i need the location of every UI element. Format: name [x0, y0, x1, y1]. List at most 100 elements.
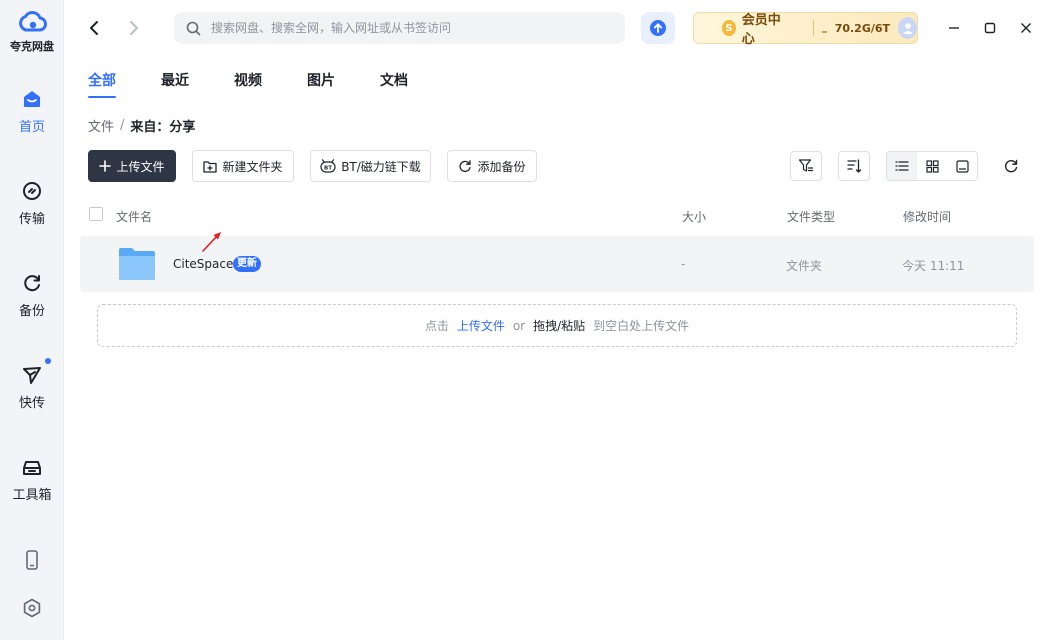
back-button[interactable] [80, 14, 108, 42]
sidebar-item-label: 快传 [18, 396, 45, 411]
cloud-logo-icon [19, 11, 47, 32]
sidebar-item-home[interactable]: 首页 [0, 88, 64, 135]
sort-button[interactable] [838, 151, 870, 181]
vip-center-button[interactable]: S 会员中心 70.2G/6T [693, 12, 918, 47]
column-header-size[interactable]: 大小 [682, 208, 706, 225]
column-header-type[interactable]: 文件类型 [787, 208, 835, 225]
sidebar-item-backup[interactable]: 备份 [0, 272, 64, 319]
sidebar-item-toolbox[interactable]: 工具箱 [0, 456, 64, 503]
upload-dropzone[interactable]: 点击 上传文件 or 拖拽/粘贴 到空白处上传文件 [97, 304, 1017, 347]
bt-icon: BT [320, 159, 336, 173]
new-folder-button[interactable]: 新建文件夹 [192, 150, 294, 182]
list-view-button[interactable] [887, 152, 917, 180]
breadcrumb-separator: / [120, 118, 125, 133]
file-name[interactable]: CiteSpace [173, 257, 233, 271]
dropzone-or: or [512, 318, 526, 333]
home-icon [24, 91, 40, 107]
list-view-icon [895, 161, 909, 171]
file-size: - [681, 257, 686, 271]
file-modified: 今天 11:11 [902, 259, 965, 273]
chevron-right-icon [130, 21, 138, 35]
add-backup-button[interactable]: 添加备份 [447, 150, 537, 182]
sidebar-item-label: 工具箱 [12, 488, 52, 503]
close-button[interactable] [1012, 14, 1040, 42]
app-logo[interactable]: 夸克网盘 [0, 8, 64, 54]
settings-icon [23, 598, 41, 618]
dropzone-suffix: 到空白处上传文件 [593, 319, 690, 333]
close-icon [1021, 23, 1031, 33]
maximize-button[interactable] [976, 14, 1004, 42]
upload-button[interactable] [641, 12, 675, 44]
logo-text: 夸克网盘 [10, 40, 54, 53]
tab-images[interactable]: 图片 [307, 70, 335, 98]
upload-file-label: 上传文件 [116, 159, 165, 174]
mobile-button[interactable] [0, 550, 64, 570]
sidebar-item-label: 传输 [18, 212, 45, 227]
minimize-button[interactable] [940, 14, 968, 42]
refresh-icon [1004, 159, 1018, 173]
vip-label: 会员中心 [741, 13, 781, 47]
phone-icon [26, 550, 38, 570]
toolbox-icon [23, 461, 41, 475]
chevron-left-icon [90, 21, 98, 35]
sidebar-item-label: 首页 [18, 120, 45, 135]
refresh-button[interactable] [1000, 155, 1022, 177]
column-header-name[interactable]: 文件名 [116, 208, 152, 225]
upload-file-button[interactable]: 上传文件 [88, 150, 176, 182]
backup-icon [24, 275, 40, 292]
select-all-checkbox[interactable] [89, 207, 103, 221]
sidebar-item-label: 备份 [18, 304, 45, 319]
quick-send-icon [23, 367, 41, 384]
preview-view-icon [955, 159, 969, 173]
red-arrow-icon [202, 232, 221, 252]
tab-all[interactable]: 全部 [88, 70, 116, 98]
storage-bar [821, 31, 827, 33]
vip-divider [812, 20, 814, 36]
breadcrumb-current: 来自：分享 [130, 120, 196, 135]
grid-view-button[interactable] [917, 152, 947, 180]
tab-documents[interactable]: 文档 [380, 70, 408, 98]
category-tabs: 全部 最近 视频 图片 文档 [88, 70, 453, 98]
filter-icon [798, 159, 814, 172]
minimize-icon [949, 27, 959, 29]
grid-view-icon [925, 159, 939, 173]
bt-download-label: BT/磁力链下载 [341, 159, 421, 174]
dropzone-upload-link[interactable]: 上传文件 [457, 317, 505, 334]
filter-button[interactable] [790, 151, 822, 181]
preview-view-button[interactable] [947, 152, 977, 180]
breadcrumb-root[interactable]: 文件 [88, 116, 114, 135]
column-header-modified[interactable]: 修改时间 [903, 208, 951, 225]
vip-coin-icon: S [722, 20, 736, 36]
search-bar [174, 12, 625, 44]
notification-dot [45, 358, 51, 364]
transfer-icon [23, 182, 41, 200]
file-table-header: 文件名 大小 文件类型 修改时间 [80, 200, 1034, 230]
plus-icon [99, 160, 112, 172]
sort-icon [847, 159, 862, 173]
new-folder-icon [203, 160, 218, 173]
file-type: 文件夹 [786, 259, 823, 273]
bt-download-button[interactable]: BT BT/磁力链下载 [310, 150, 431, 182]
view-mode-group [886, 151, 978, 181]
folder-icon [119, 248, 155, 280]
backup-refresh-icon [459, 160, 472, 173]
dropzone-prefix: 点击 [424, 319, 449, 333]
search-icon [186, 21, 201, 35]
add-backup-label: 添加备份 [477, 159, 526, 174]
sidebar-item-quick-send[interactable]: 快传 [0, 358, 64, 411]
settings-button[interactable] [0, 598, 64, 618]
tab-recent[interactable]: 最近 [161, 70, 189, 98]
forward-button[interactable] [120, 14, 148, 42]
user-icon [902, 23, 913, 34]
search-input[interactable] [211, 21, 591, 35]
avatar[interactable] [898, 17, 917, 39]
update-badge: 更新 [233, 256, 261, 272]
storage-usage: 70.2G/6T [834, 21, 891, 35]
new-folder-label: 新建文件夹 [222, 159, 283, 174]
dropzone-drag-paste: 拖拽/粘贴 [533, 319, 586, 333]
title-bar: S 会员中心 70.2G/6T [64, 0, 1050, 56]
tab-video[interactable]: 视频 [234, 70, 262, 98]
maximize-icon [984, 22, 996, 34]
sidebar: 夸克网盘 首页 传输 备份 快传 工具箱 [0, 0, 64, 640]
sidebar-item-transfer[interactable]: 传输 [0, 180, 64, 227]
